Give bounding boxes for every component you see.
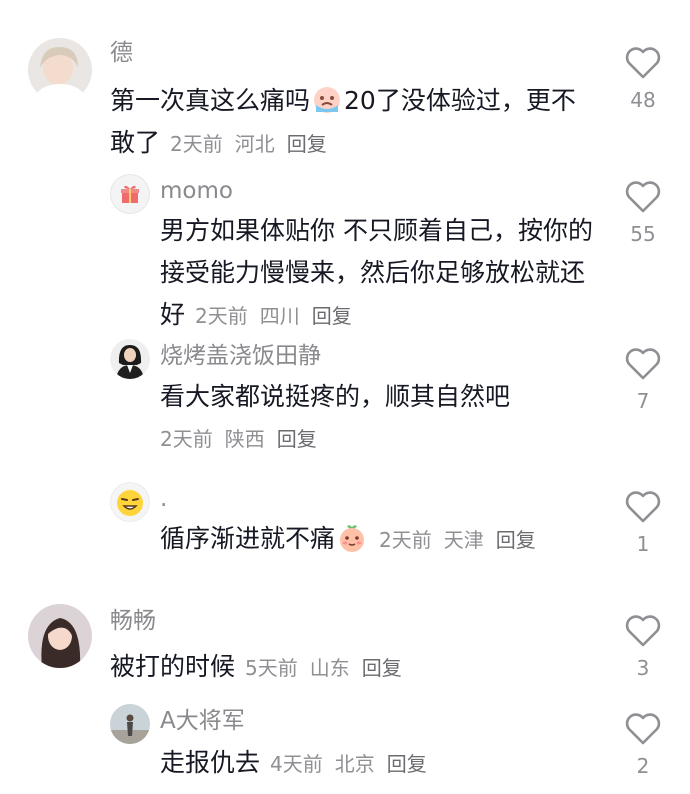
reply-button[interactable]: 回复 [387, 752, 427, 776]
like-button[interactable]: 55 [620, 180, 666, 246]
comment-username[interactable]: . [160, 484, 167, 514]
like-count: 1 [636, 532, 650, 556]
comment-meta: 4天前 北京 回复 [270, 752, 439, 776]
comment-time: 2天前 [195, 304, 248, 328]
comment-username[interactable]: 畅畅 [110, 606, 156, 636]
comment-location: 北京 [334, 752, 375, 776]
comment-text: 循序渐进就不痛 2天前 天津 回复 [160, 518, 600, 561]
smiley-face-icon [117, 490, 143, 516]
comment-time: 2天前 [160, 427, 213, 451]
comment-username[interactable]: 德 [110, 38, 133, 68]
like-button[interactable]: 1 [620, 490, 666, 556]
like-button[interactable]: 2 [620, 712, 666, 778]
reply-button[interactable]: 回复 [362, 656, 402, 680]
like-count: 55 [630, 222, 656, 246]
comment-meta: 2天前 河北 回复 [170, 132, 339, 156]
comment-text: 男方如果体贴你 不只顾着自己，按你的接受能力慢慢来，然后你足够放松就还好 2天前四… [160, 210, 600, 337]
comment-text: 第一次真这么痛吗 20了没体验过，更不敢了 2天前 河北 回复 [110, 80, 600, 165]
comment-text-body: 被打的时候 [110, 652, 236, 681]
comment-location: 天津 [443, 528, 484, 552]
like-button[interactable]: 7 [620, 347, 666, 413]
reply-button[interactable]: 回复 [287, 132, 327, 156]
comment-time: 2天前 [379, 528, 432, 552]
like-count: 2 [636, 754, 650, 778]
comment-username[interactable]: momo [160, 176, 233, 206]
comment-username[interactable]: A大将军 [160, 706, 245, 736]
heart-icon [625, 615, 661, 647]
like-button[interactable]: 48 [620, 46, 666, 112]
comment-location: 陕西 [224, 427, 265, 451]
heart-icon [625, 348, 661, 380]
heart-icon [625, 47, 661, 79]
avatar[interactable] [110, 482, 150, 522]
reply-button[interactable]: 回复 [496, 528, 536, 552]
crying-face-emoji-icon [312, 85, 342, 115]
avatar[interactable] [110, 174, 150, 214]
avatar[interactable] [28, 38, 92, 102]
like-count: 48 [630, 88, 656, 112]
avatar[interactable] [110, 339, 150, 379]
comment-location: 山东 [309, 656, 350, 680]
comment-meta: 2天前 天津 回复 [379, 528, 548, 552]
peach-shy-emoji-icon [337, 523, 367, 553]
heart-icon [625, 713, 661, 745]
comment-text-body: 循序渐进就不痛 [160, 524, 336, 553]
heart-icon [625, 491, 661, 523]
like-count: 3 [636, 656, 650, 680]
comment-text: 看大家都说挺疼的，顺其自然吧 [160, 382, 511, 411]
comment-text: 被打的时候 5天前 山东 回复 [110, 646, 600, 689]
comment-time: 4天前 [270, 752, 323, 776]
comment-text-part: 第一次真这么痛吗 [110, 86, 311, 115]
heart-icon [625, 181, 661, 213]
comment-time: 2天前 [170, 132, 223, 156]
comment-meta: 2天前 四川 回复 [195, 304, 364, 328]
comment-username[interactable]: 烧烤盖浇饭田静 [160, 341, 321, 371]
reply-button[interactable]: 回复 [277, 427, 317, 451]
gift-icon [121, 185, 139, 203]
avatar[interactable] [110, 704, 150, 744]
comment-location: 四川 [259, 304, 300, 328]
comment-meta: 2天前 陕西 回复 [160, 424, 329, 454]
avatar[interactable] [28, 604, 92, 668]
comment-text: 走报仇去 4天前 北京 回复 [160, 742, 600, 785]
comment-text-body: 走报仇去 [160, 748, 261, 777]
comment-meta: 5天前 山东 回复 [245, 656, 414, 680]
like-button[interactable]: 3 [620, 614, 666, 680]
like-count: 7 [636, 389, 650, 413]
reply-button[interactable]: 回复 [312, 304, 352, 328]
comment-location: 河北 [234, 132, 275, 156]
comment-time: 5天前 [245, 656, 298, 680]
